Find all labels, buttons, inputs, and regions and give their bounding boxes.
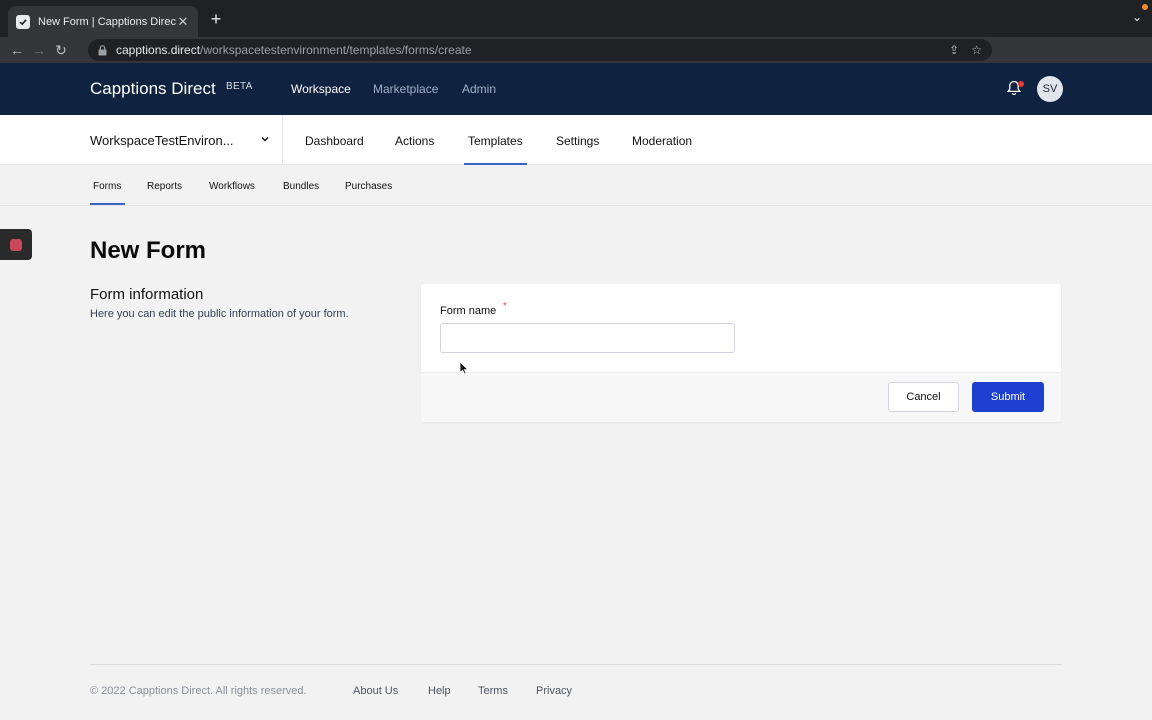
workspace-bar: WorkspaceTestEnviron... Dashboard Action… [0,115,1152,165]
section-title: Form information [90,286,204,303]
mouse-cursor-icon [459,361,469,375]
sub-navigation: Forms Reports Workflows Bundles Purchase… [0,166,1152,206]
forward-icon[interactable]: → [28,39,50,61]
subtab-reports[interactable]: Reports [147,181,182,192]
cancel-button[interactable]: Cancel [888,382,959,412]
footer-link-about[interactable]: About Us [353,685,398,697]
browser-toolbar: ← → ↻ capptions.direct/workspacetestenvi… [0,37,1152,93]
form-name-input[interactable] [440,323,735,353]
section-description: Here you can edit the public information… [90,308,349,320]
tab-search-chevron-icon[interactable]: ⌄ [1132,10,1142,24]
share-icon[interactable]: ⇪ [949,43,959,57]
copyright-text: © 2022 Capptions Direct. All rights rese… [90,685,307,697]
required-marker: * [503,301,507,312]
browser-tab[interactable]: New Form | Capptions Direct ✕ [8,6,198,37]
nav-marketplace[interactable]: Marketplace [373,82,438,96]
tab-actions[interactable]: Actions [395,134,434,148]
workspace-divider [282,115,283,165]
stop-recording-icon [10,238,22,251]
active-subtab-indicator [90,203,125,205]
submit-button[interactable]: Submit [972,382,1044,412]
new-tab-icon[interactable]: + [206,10,226,28]
lock-icon [98,44,110,56]
tab-title: New Form | Capptions Direct [38,15,176,28]
screen-recorder-control[interactable] [0,229,32,260]
subtab-forms[interactable]: Forms [93,181,121,192]
nav-workspace[interactable]: Workspace [291,82,351,96]
footer-link-help[interactable]: Help [428,685,451,697]
tab-settings[interactable]: Settings [556,134,599,148]
tab-templates[interactable]: Templates [468,134,523,148]
reload-icon[interactable]: ↻ [50,39,72,61]
footer-divider [90,664,1062,665]
footer-link-privacy[interactable]: Privacy [536,685,572,697]
form-name-label: Form name [440,305,497,317]
subtab-workflows[interactable]: Workflows [209,181,255,192]
subtab-bundles[interactable]: Bundles [283,181,319,192]
footer-link-terms[interactable]: Terms [478,685,508,697]
page-title: New Form [90,237,207,264]
nav-admin[interactable]: Admin [462,82,496,96]
update-dot-icon [1142,4,1148,10]
tab-dashboard[interactable]: Dashboard [305,134,364,148]
url-host: capptions.direct [116,43,201,57]
workspace-selector[interactable]: WorkspaceTestEnviron... [90,133,234,148]
brand-name[interactable]: Capptions Direct [90,79,216,99]
site-favicon-icon [16,14,30,29]
user-avatar[interactable]: SV [1037,76,1063,102]
bookmark-star-icon[interactable]: ☆ [971,43,982,57]
app-header: Capptions Direct BETA Workspace Marketpl… [0,63,1152,115]
active-tab-indicator [464,163,527,165]
beta-badge: BETA [226,81,253,92]
chevron-down-icon[interactable] [259,133,271,145]
subtab-purchases[interactable]: Purchases [345,181,392,192]
card-footer [421,372,1061,422]
back-icon[interactable]: ← [6,39,28,61]
tab-moderation[interactable]: Moderation [632,134,692,148]
address-bar[interactable]: capptions.direct/workspacetestenvironmen… [88,39,992,61]
browser-tab-bar: New Form | Capptions Direct ✕ + ⌄ [0,0,1152,37]
url-path: /workspacetestenvironment/templates/form… [200,43,472,57]
tab-close-icon[interactable]: ✕ [176,14,190,30]
form-information-card: Form name * Cancel Submit [421,284,1061,422]
notification-dot-icon [1018,81,1024,87]
